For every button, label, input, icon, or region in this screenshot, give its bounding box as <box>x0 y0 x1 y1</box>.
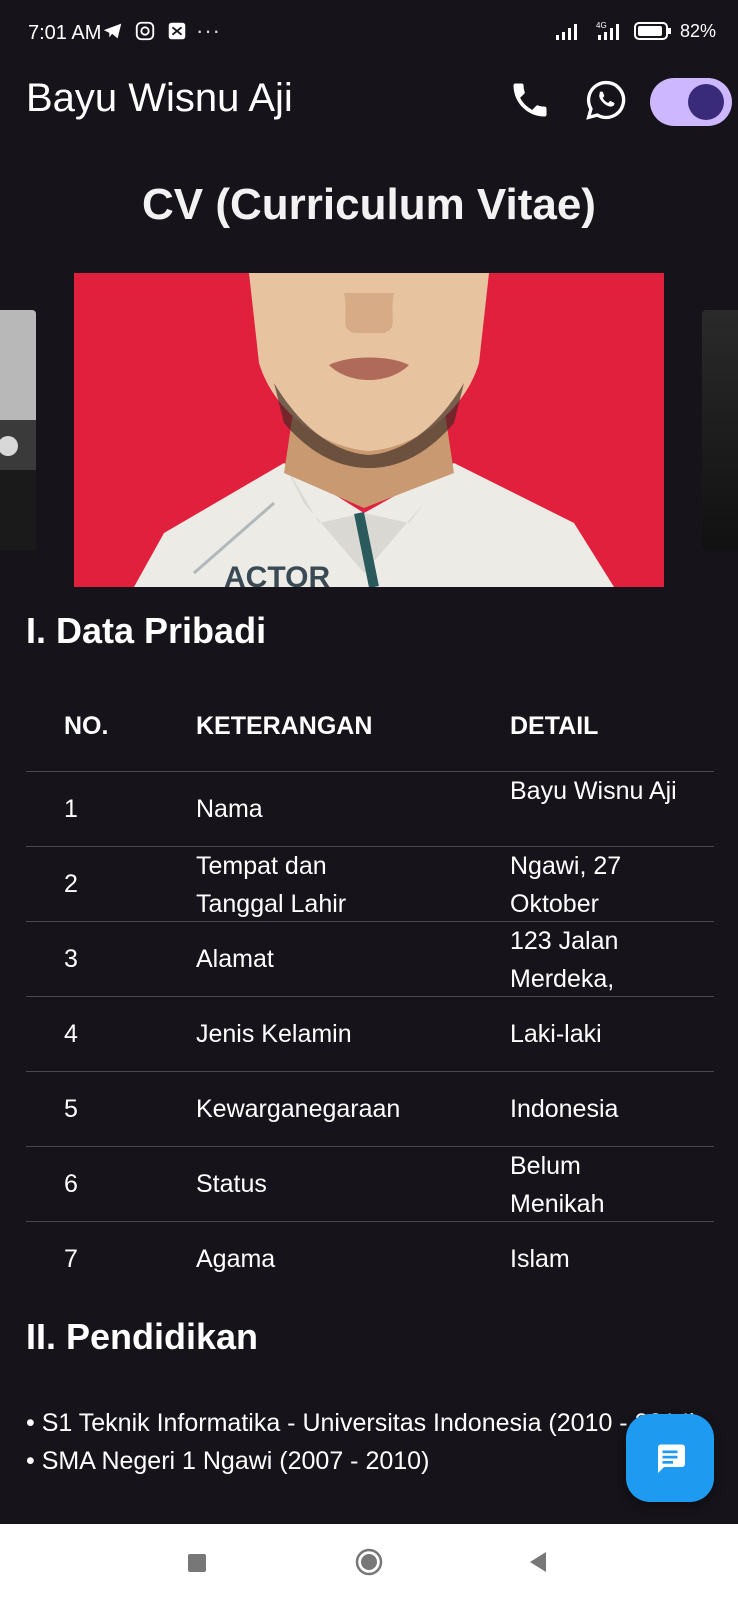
theme-toggle[interactable] <box>650 78 732 126</box>
app-notification-icon <box>168 22 186 40</box>
app-title: Bayu Wisnu Aji <box>26 76 293 120</box>
battery-icon <box>633 22 671 40</box>
svg-text:ACTOR: ACTOR <box>224 561 330 587</box>
profile-photo: ACTOR <box>74 273 664 587</box>
signal-icon <box>555 24 577 40</box>
toggle-knob <box>688 84 724 120</box>
status-bar: 7:01 AM ··· 4G 82% <box>0 0 738 64</box>
row-detail: Bayu Wisnu Aji <box>510 777 677 805</box>
row-keterangan: Alamat <box>196 945 274 973</box>
row-detail: Belum Menikah <box>510 1152 605 1218</box>
column-header-keterangan: KETERANGAN <box>196 712 373 740</box>
screen: 7:01 AM ··· 4G 82% Bayu Wisnu Aji CV (Cu… <box>0 0 738 1600</box>
carousel-prev-photo[interactable] <box>0 310 36 550</box>
table-row: 3 Alamat 123 Jalan Merdeka, <box>26 922 714 997</box>
app-bar: Bayu Wisnu Aji <box>0 64 738 136</box>
education-list: • S1 Teknik Informatika - Universitas In… <box>26 1404 716 1480</box>
row-no: 3 <box>64 945 78 973</box>
list-item: • SMA Negeri 1 Ngawi (2007 - 2010) <box>26 1447 430 1475</box>
row-keterangan: Jenis Kelamin <box>196 1020 352 1048</box>
row-no: 7 <box>64 1245 78 1273</box>
row-detail: Islam <box>510 1245 570 1273</box>
row-detail: Indonesia <box>510 1095 619 1123</box>
row-keterangan: Kewarganegaraan <box>196 1095 401 1123</box>
row-keterangan: Nama <box>196 795 263 823</box>
back-icon[interactable] <box>522 1546 554 1578</box>
section-title-data-pribadi: I. Data Pribadi <box>26 610 267 651</box>
battery-percent: 82% <box>679 20 716 41</box>
status-notification-icons <box>102 20 188 42</box>
row-no: 5 <box>64 1095 78 1123</box>
column-header-detail: DETAIL <box>510 712 599 740</box>
status-system-icons: 4G 82% <box>554 20 716 42</box>
recents-icon[interactable] <box>180 1546 212 1578</box>
telegram-icon <box>103 23 122 39</box>
table-row: 6 Status Belum Menikah <box>26 1147 714 1222</box>
list-item: • S1 Teknik Informatika - Universitas In… <box>26 1409 699 1437</box>
column-header-no: NO. <box>64 712 109 740</box>
row-no: 6 <box>64 1170 78 1198</box>
signal-4g-icon: 4G <box>596 21 619 40</box>
cv-title: CV (Curriculum Vitae) <box>142 180 596 229</box>
phone-icon[interactable] <box>508 78 552 122</box>
table-row: 2 Tempat dan Tanggal Lahir Ngawi, 27 Okt… <box>26 847 714 922</box>
chat-icon <box>658 1444 685 1473</box>
row-keterangan: Status <box>196 1170 267 1198</box>
status-time: 7:01 AM <box>28 22 102 44</box>
row-keterangan: Agama <box>196 1245 276 1273</box>
table-row: 7 Agama Islam <box>26 1222 714 1297</box>
table-row: 4 Jenis Kelamin Laki-laki <box>26 997 714 1072</box>
whatsapp-icon[interactable] <box>584 78 628 122</box>
carousel-next-photo[interactable] <box>702 310 738 550</box>
row-no: 2 <box>64 870 78 898</box>
row-no: 4 <box>64 1020 78 1048</box>
system-nav-bar <box>0 1524 738 1600</box>
table-row: 5 Kewarganegaraan Indonesia <box>26 1072 714 1147</box>
row-detail: Ngawi, 27 Oktober <box>510 852 622 918</box>
svg-text:4G: 4G <box>596 21 607 30</box>
row-keterangan: Tempat dan Tanggal Lahir <box>196 852 347 918</box>
table-header: NO. KETERANGAN DETAIL <box>26 688 714 772</box>
status-more-icon: ··· <box>196 18 221 43</box>
chat-fab-button[interactable] <box>626 1414 714 1502</box>
row-detail: 123 Jalan Merdeka, <box>510 927 619 993</box>
home-icon[interactable] <box>353 1546 385 1578</box>
personal-data-table: NO. KETERANGAN DETAIL 1 Nama Bayu Wisnu … <box>26 688 714 1297</box>
row-detail: Laki-laki <box>510 1020 602 1048</box>
section-title-pendidikan: II. Pendidikan <box>26 1316 259 1357</box>
photo-carousel[interactable]: ACTOR <box>0 270 738 590</box>
row-no: 1 <box>64 795 78 823</box>
table-row: 1 Nama Bayu Wisnu Aji <box>26 772 714 847</box>
instagram-icon <box>135 21 155 41</box>
